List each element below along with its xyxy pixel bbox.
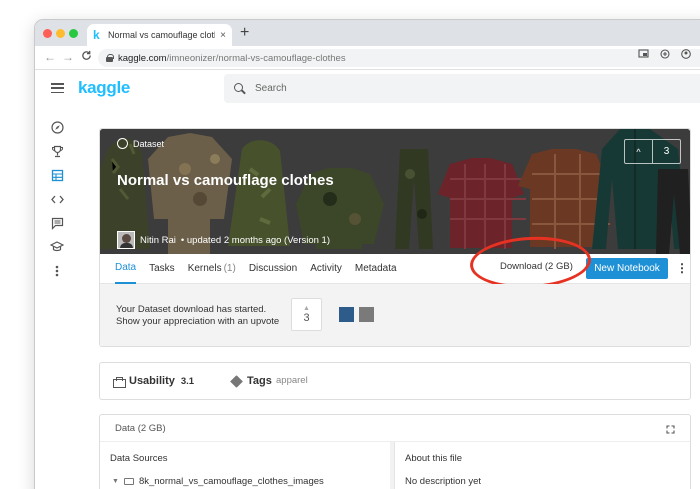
reload-icon[interactable] bbox=[81, 50, 92, 64]
notice-vote-count: 3 bbox=[303, 312, 310, 324]
data-panel-header: Data (2 GB) bbox=[100, 415, 690, 442]
dataset-icon bbox=[117, 138, 128, 149]
owner-name[interactable]: Nitin Rai bbox=[140, 235, 176, 246]
new-tab-button[interactable]: + bbox=[240, 25, 249, 41]
minimize-window-button[interactable] bbox=[56, 29, 65, 38]
dataset-content: Dataset Normal vs camouflage clothes Nit… bbox=[99, 128, 691, 489]
dataset-hero-banner: Dataset Normal vs camouflage clothes Nit… bbox=[100, 129, 690, 254]
kaggle-favicon-icon: k bbox=[93, 28, 100, 42]
voter-avatar[interactable] bbox=[359, 307, 374, 322]
more-options-icon[interactable]: ⋮ bbox=[676, 261, 688, 275]
kaggle-header: kaggle Search bbox=[35, 70, 700, 108]
download-button[interactable]: Download (2 GB) bbox=[500, 261, 573, 272]
tab-tasks[interactable]: Tasks bbox=[149, 254, 175, 284]
owner-avatar[interactable] bbox=[117, 231, 135, 249]
voter-avatar[interactable] bbox=[339, 307, 354, 322]
add-icon[interactable] bbox=[660, 49, 670, 59]
tab-title: Normal vs camouflage clothes bbox=[108, 30, 215, 40]
folder-icon bbox=[123, 478, 134, 485]
dataset-tabs: Data Tasks Kernels (1) Discussion Activit… bbox=[100, 233, 690, 292]
cast-icon[interactable] bbox=[638, 49, 649, 59]
dataset-title: Normal vs camouflage clothes bbox=[117, 172, 334, 189]
upvote-arrow-icon[interactable]: ^ bbox=[625, 140, 653, 163]
address-bar[interactable]: kaggle.com/imneonizer/normal-vs-camoufla… bbox=[98, 49, 700, 67]
tab-data[interactable]: Data bbox=[115, 254, 137, 284]
tags-label: Tags bbox=[247, 375, 272, 387]
browser-toolbar: ← → kaggle.com/imneonizer/normal-vs-camo… bbox=[35, 46, 700, 70]
tag-apparel[interactable]: apparel bbox=[276, 375, 308, 386]
lock-icon bbox=[106, 54, 114, 62]
expand-icon[interactable] bbox=[663, 422, 677, 436]
browser-window: k Normal vs camouflage clothes × + ← → k… bbox=[35, 20, 700, 489]
panel-divider bbox=[394, 442, 395, 489]
about-file-title: About this file bbox=[405, 453, 463, 464]
more-vertical-icon[interactable] bbox=[49, 263, 65, 279]
data-panel-body: Data Sources About this file ▼ 8k_normal… bbox=[100, 442, 690, 489]
search-placeholder: Search bbox=[255, 83, 287, 94]
usability-value: 3.1 bbox=[180, 375, 195, 387]
table-icon[interactable] bbox=[49, 167, 65, 183]
url-text: kaggle.com/imneonizer/normal-vs-camoufla… bbox=[118, 52, 346, 64]
usability-icon bbox=[113, 376, 126, 388]
notice-text: Your Dataset download has started. Show … bbox=[116, 304, 280, 327]
tab-kernels[interactable]: Kernels (1) bbox=[188, 254, 236, 284]
tab-discussion[interactable]: Discussion bbox=[249, 254, 297, 284]
dataset-owner: Nitin Rai • updated 2 months ago (Versio… bbox=[117, 231, 330, 249]
tab-metadata[interactable]: Metadata bbox=[355, 254, 397, 284]
maximize-window-button[interactable] bbox=[69, 29, 78, 38]
upvote-count: 3 bbox=[663, 146, 670, 157]
data-panel: Data (2 GB) Data Sources About this file… bbox=[99, 414, 691, 489]
forward-arrow-icon[interactable]: → bbox=[62, 50, 74, 64]
download-notice: Your Dataset download has started. Show … bbox=[100, 284, 690, 346]
compass-icon[interactable] bbox=[49, 119, 65, 135]
usability-label: Usability bbox=[129, 375, 175, 387]
file-tree-item[interactable]: ▼ 8k_normal_vs_camouflage_clothes_images bbox=[112, 476, 324, 487]
dataset-type-label: Dataset bbox=[117, 138, 164, 149]
comments-icon[interactable] bbox=[49, 215, 65, 231]
search-input[interactable]: Search bbox=[224, 74, 700, 103]
browser-tab[interactable]: k Normal vs camouflage clothes × bbox=[87, 24, 232, 46]
code-icon[interactable] bbox=[49, 191, 65, 207]
school-icon[interactable] bbox=[49, 239, 65, 255]
close-window-button[interactable] bbox=[43, 29, 52, 38]
upvote-button[interactable]: ^ 3 bbox=[624, 139, 681, 164]
new-notebook-button[interactable]: New Notebook bbox=[586, 258, 668, 279]
data-sources-title: Data Sources bbox=[110, 453, 168, 464]
menu-icon[interactable] bbox=[51, 83, 64, 94]
usability-card: Usability 3.1 Tags apparel bbox=[99, 362, 691, 400]
notice-upvote-button[interactable]: ▲ 3 bbox=[291, 298, 322, 331]
tab-activity[interactable]: Activity bbox=[310, 254, 342, 284]
tab-close-icon[interactable]: × bbox=[220, 30, 226, 41]
search-icon bbox=[234, 83, 245, 94]
trophy-icon[interactable] bbox=[49, 143, 65, 159]
chevron-down-icon[interactable]: ▼ bbox=[112, 478, 119, 485]
upvote-triangle-icon: ▲ bbox=[303, 305, 310, 312]
back-arrow-icon[interactable]: ← bbox=[44, 50, 56, 64]
kaggle-logo[interactable]: kaggle bbox=[78, 78, 130, 98]
folder-name: 8k_normal_vs_camouflage_clothes_images bbox=[138, 476, 324, 487]
tag-icon bbox=[230, 375, 243, 388]
dataset-card: Dataset Normal vs camouflage clothes Nit… bbox=[99, 128, 691, 347]
file-description: No description yet bbox=[405, 476, 482, 487]
account-icon[interactable] bbox=[681, 49, 691, 59]
owner-meta: • updated 2 months ago (Version 1) bbox=[180, 234, 330, 246]
tab-strip: k Normal vs camouflage clothes × + bbox=[35, 20, 700, 46]
